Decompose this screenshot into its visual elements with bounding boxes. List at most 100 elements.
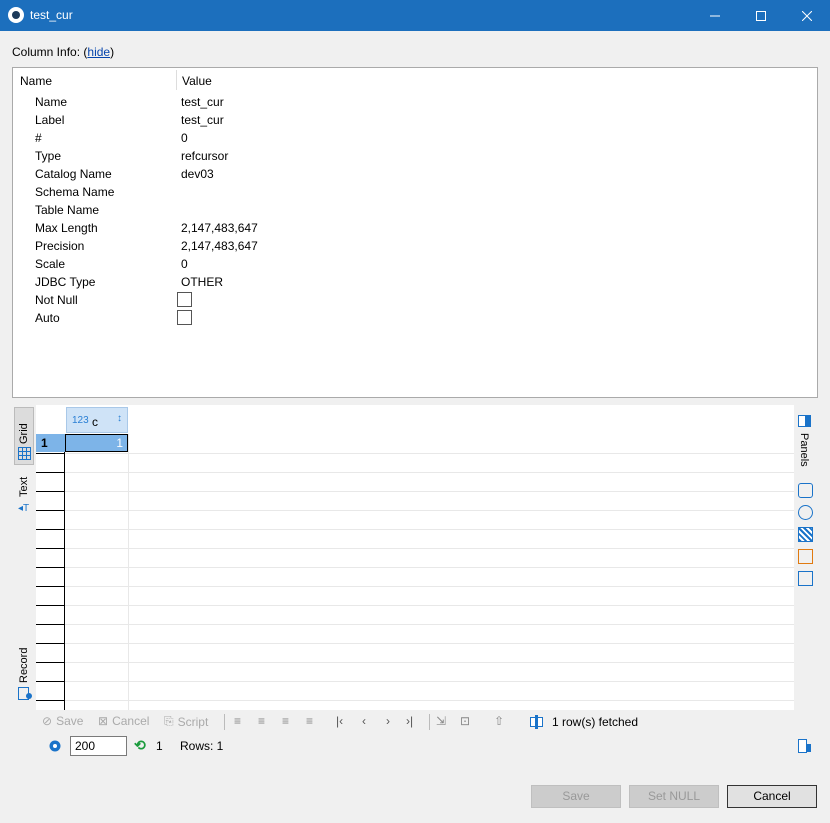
export-icon: ⇧ bbox=[494, 714, 505, 728]
grid-line bbox=[65, 529, 794, 530]
row-number[interactable]: 1 bbox=[36, 434, 65, 452]
fetch-all-icon: ⊡ bbox=[460, 714, 471, 728]
edit-icon: ≡ bbox=[234, 714, 242, 728]
tab-text[interactable]: Text ◂T bbox=[14, 473, 34, 523]
row-divider bbox=[36, 510, 65, 511]
value-viewer-icon[interactable] bbox=[798, 483, 813, 498]
copy-row-icon: ≡ bbox=[282, 714, 290, 728]
table-row[interactable]: Name test_cur bbox=[13, 93, 817, 111]
copy-row-button[interactable]: ≡ bbox=[282, 714, 289, 728]
hide-link[interactable]: hide bbox=[87, 45, 110, 59]
row-divider bbox=[36, 472, 65, 473]
grid-line bbox=[65, 624, 794, 625]
grid-cell-selected[interactable]: 1 bbox=[65, 434, 128, 452]
gear-icon[interactable] bbox=[48, 739, 62, 753]
set-null-button[interactable]: Set NULL bbox=[629, 785, 719, 808]
table-row[interactable]: #0 bbox=[13, 129, 817, 147]
table-row[interactable]: JDBC Type OTHER bbox=[13, 273, 817, 291]
prev-page-button[interactable]: ‹ bbox=[362, 714, 366, 728]
table-row[interactable]: Type refcursor bbox=[13, 147, 817, 165]
minimize-button[interactable] bbox=[692, 0, 738, 31]
first-page-button[interactable]: |‹ bbox=[336, 714, 343, 728]
next-icon: › bbox=[386, 714, 390, 728]
table-header: Name Value bbox=[13, 68, 817, 92]
columns-icon[interactable] bbox=[798, 549, 813, 564]
rows-count: Rows: 1 bbox=[180, 739, 224, 753]
grid-line bbox=[65, 510, 794, 511]
view-mode-tabs: Grid Text ◂T Record bbox=[12, 405, 36, 710]
table-row[interactable]: Precision 2,147,483,647 bbox=[13, 237, 817, 255]
grid-line bbox=[65, 700, 794, 701]
table-row[interactable]: Table Name bbox=[13, 201, 817, 219]
check-circle-icon: ⊘ bbox=[42, 714, 53, 728]
row-divider bbox=[36, 643, 65, 644]
sort-icon[interactable]: ↕ bbox=[117, 413, 122, 424]
column-header-c[interactable]: 123 c ↕ bbox=[66, 407, 128, 433]
calculator-icon[interactable] bbox=[798, 505, 813, 520]
header-name[interactable]: Name bbox=[20, 74, 52, 88]
fetch-size-input[interactable]: 200 bbox=[70, 736, 127, 756]
grid-line bbox=[65, 453, 794, 454]
title-bar: test_cur bbox=[0, 0, 830, 31]
delete-row-icon: ≡ bbox=[306, 714, 314, 728]
app-icon bbox=[8, 7, 24, 23]
fetch-page-button[interactable]: ⇲ bbox=[436, 714, 446, 728]
status-bar: 200 ⟲ 1 Rows: 1 bbox=[36, 736, 818, 758]
table-row[interactable]: Max Length 2,147,483,647 bbox=[13, 219, 817, 237]
grid-line bbox=[65, 681, 794, 682]
header-value[interactable]: Value bbox=[182, 74, 212, 88]
row-divider bbox=[36, 453, 65, 454]
row-divider bbox=[36, 681, 65, 682]
grid-line bbox=[65, 662, 794, 663]
table-row[interactable]: Schema Name bbox=[13, 183, 817, 201]
row-number-column bbox=[36, 434, 65, 710]
not-null-checkbox[interactable] bbox=[177, 292, 192, 307]
maximize-button[interactable] bbox=[738, 0, 784, 31]
last-icon: ›| bbox=[406, 714, 414, 728]
column-properties-table: Name Value Name test_cur Label test_cur #0… bbox=[12, 67, 818, 398]
grouping-icon[interactable] bbox=[798, 527, 813, 542]
row-divider bbox=[36, 567, 65, 568]
table-row[interactable]: Scale 0 bbox=[13, 255, 817, 273]
row-divider bbox=[36, 491, 65, 492]
panel-toggle-icon[interactable] bbox=[798, 739, 812, 753]
grid-line bbox=[65, 586, 794, 587]
cancel-button[interactable]: Cancel bbox=[727, 785, 817, 808]
panels-button[interactable]: Panels bbox=[796, 413, 816, 468]
results-info-icon bbox=[530, 715, 543, 729]
metadata-icon[interactable] bbox=[798, 571, 813, 586]
refresh-icon[interactable]: ⟲ bbox=[134, 737, 146, 754]
close-button[interactable] bbox=[784, 0, 830, 31]
panels-icon bbox=[798, 415, 811, 427]
grid-line bbox=[65, 548, 794, 549]
fetch-all-button[interactable]: ⊡ bbox=[460, 714, 470, 728]
row-divider bbox=[36, 548, 65, 549]
table-row[interactable]: Label test_cur bbox=[13, 111, 817, 129]
add-row-button[interactable]: ≡ bbox=[258, 714, 265, 728]
grid-toolbar: ⊘ Save ⊠ Cancel ⎘ Script ≡ ≡ ≡ ≡ |‹ ‹ › ›| … bbox=[36, 710, 818, 734]
fetch-icon: ⇲ bbox=[436, 714, 447, 728]
table-row[interactable]: Catalog Name dev03 bbox=[13, 165, 817, 183]
add-row-icon: ≡ bbox=[258, 714, 266, 728]
row-divider bbox=[36, 624, 65, 625]
tab-record[interactable]: Record bbox=[14, 645, 34, 707]
save-edit-button[interactable]: ⊘ Save bbox=[42, 714, 83, 728]
grid-line bbox=[65, 567, 794, 568]
last-page-button[interactable]: ›| bbox=[406, 714, 413, 728]
delete-row-button[interactable]: ≡ bbox=[306, 714, 313, 728]
auto-checkbox[interactable] bbox=[177, 310, 192, 325]
save-button[interactable]: Save bbox=[531, 785, 621, 808]
tab-grid[interactable]: Grid bbox=[14, 407, 34, 465]
cancel-edit-button[interactable]: ⊠ Cancel bbox=[98, 714, 149, 728]
minimize-icon bbox=[710, 15, 720, 16]
table-row[interactable]: Not Null bbox=[13, 291, 817, 309]
export-button[interactable]: ⇧ bbox=[494, 714, 504, 728]
edit-cell-button[interactable]: ≡ bbox=[234, 714, 241, 728]
numeric-type-badge: 123 bbox=[72, 415, 89, 426]
row-divider bbox=[36, 700, 65, 701]
script-icon: ⎘ bbox=[164, 714, 174, 728]
table-row[interactable]: Auto bbox=[13, 309, 817, 327]
script-button[interactable]: ⎘ Script bbox=[164, 714, 208, 729]
next-page-button[interactable]: › bbox=[386, 714, 390, 728]
results-grid[interactable]: 123 c ↕ 1 1 bbox=[36, 405, 794, 710]
